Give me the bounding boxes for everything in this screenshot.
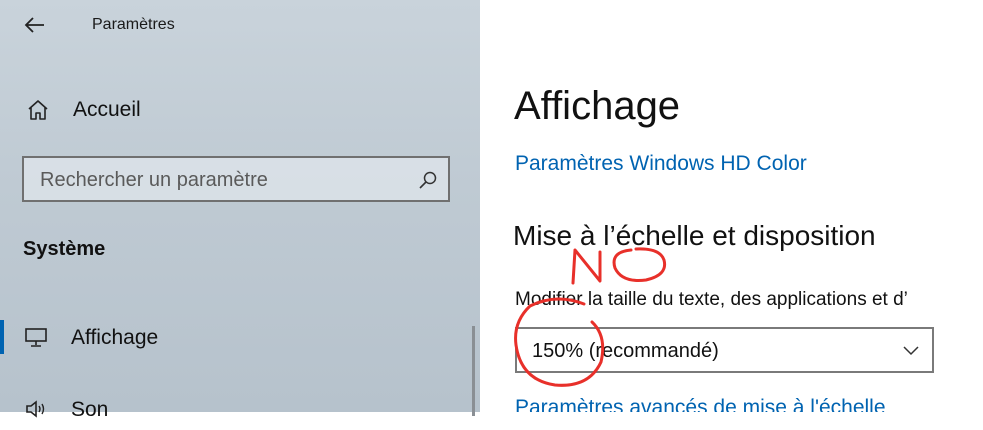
- sidebar-item-home[interactable]: Accueil: [0, 92, 480, 130]
- monitor-icon: [25, 328, 47, 347]
- sidebar-item-label: Accueil: [73, 98, 141, 121]
- chevron-down-icon: [903, 346, 919, 356]
- selected-indicator: [0, 320, 4, 354]
- sidebar-item-son[interactable]: Son: [0, 390, 480, 430]
- search-icon[interactable]: [418, 170, 438, 190]
- page-title: Affichage: [514, 84, 681, 128]
- sidebar: Paramètres Accueil Système Affichage Son: [0, 0, 480, 421]
- speaker-icon: [26, 400, 45, 418]
- main-content: Affichage Paramètres Windows HD Color Mi…: [480, 0, 983, 412]
- sidebar-item-label: Son: [71, 398, 109, 421]
- hd-color-link[interactable]: Paramètres Windows HD Color: [515, 152, 807, 176]
- scale-section-heading: Mise à l’échelle et disposition: [513, 220, 876, 251]
- scale-label: Modifier la taille du texte, des applica…: [515, 289, 908, 310]
- home-icon: [28, 100, 48, 120]
- sidebar-section-title: Système: [23, 238, 106, 260]
- back-arrow-icon[interactable]: [22, 12, 48, 38]
- search-box[interactable]: [22, 156, 450, 202]
- search-input[interactable]: [40, 168, 400, 192]
- sidebar-item-affichage[interactable]: Affichage: [0, 318, 480, 358]
- sidebar-item-label: Affichage: [71, 326, 159, 349]
- scale-dropdown[interactable]: 150% (recommandé): [515, 327, 934, 373]
- scale-selected-value: 150% (recommandé): [532, 340, 719, 362]
- window-title: Paramètres: [92, 16, 175, 33]
- advanced-scale-link[interactable]: Paramètres avancés de mise à l'échelle: [515, 396, 886, 412]
- sidebar-scrollbar[interactable]: [472, 326, 475, 416]
